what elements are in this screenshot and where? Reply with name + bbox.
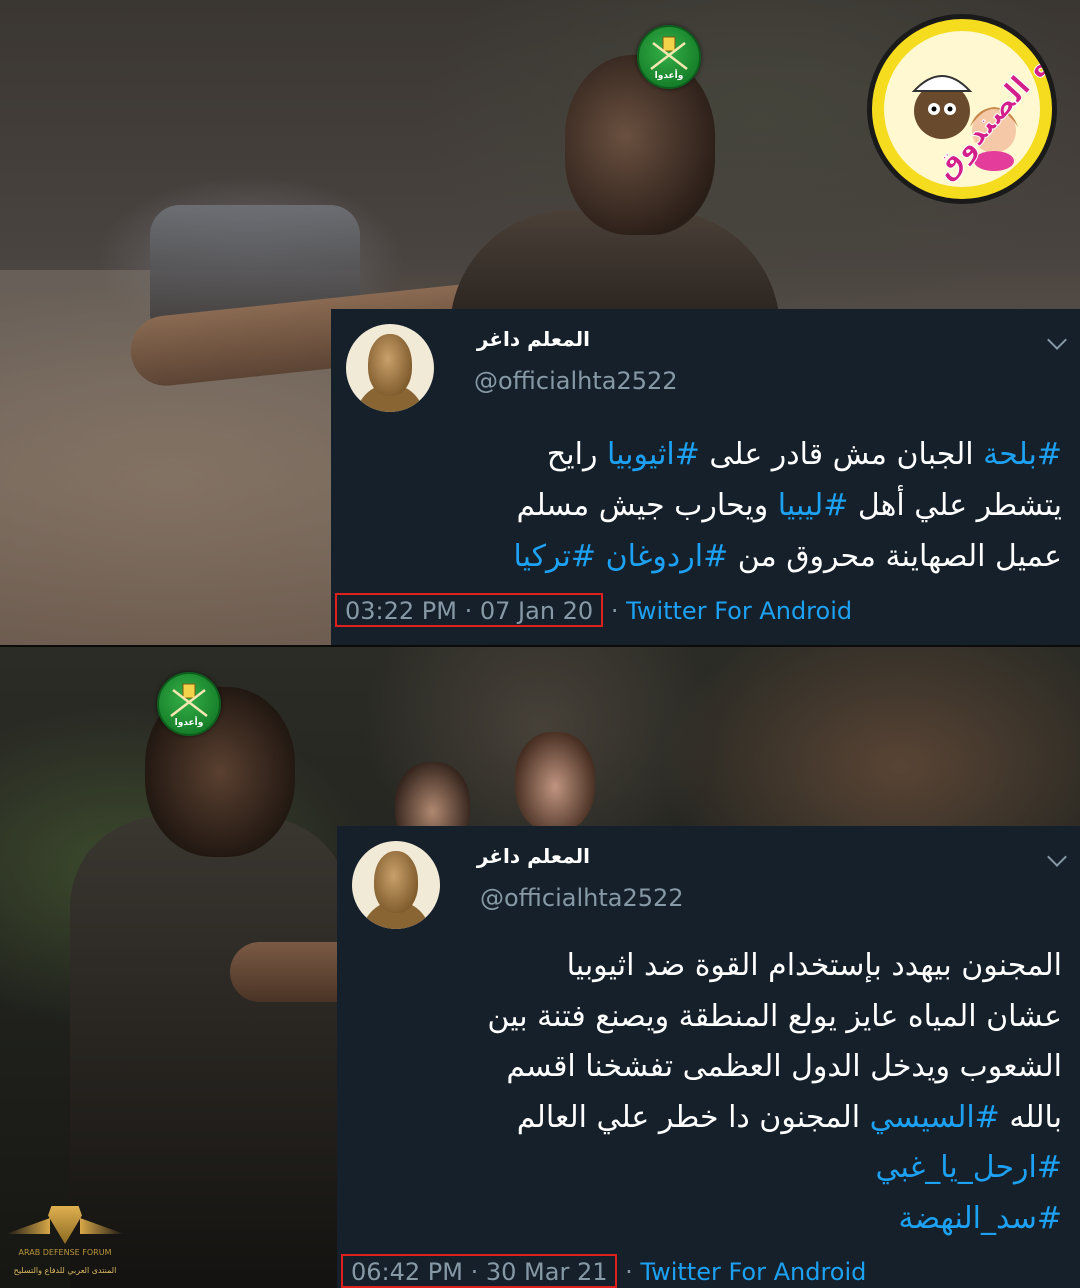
tweet-line: #ارحل_يا_غبي: [487, 1143, 1062, 1194]
tweet-line: #سد_النهضة: [487, 1194, 1062, 1245]
avatar[interactable]: [352, 841, 440, 929]
tweet-text-segment: بالله: [999, 1099, 1062, 1135]
tweet-text-segment: المجنون دا خطر علي العالم: [516, 1099, 870, 1135]
display-name[interactable]: المعلم داغر: [477, 327, 590, 351]
tweet-text-segment: رايح: [546, 437, 607, 472]
tweet-text-segment: عشان المياه عايز يولع المنطقة ويصنع فتنة…: [487, 998, 1062, 1034]
emblem-label: وأعدوا: [654, 71, 684, 81]
watermark-arabic: المنتدى العربي للدفاع والتسليح: [13, 1266, 117, 1275]
emblem-icon: وأعدوا: [637, 25, 701, 89]
timestamp[interactable]: 03:22 PM · 07 Jan 20: [335, 593, 604, 627]
source-link[interactable]: Twitter For Android: [626, 597, 852, 625]
separator: ·: [610, 597, 619, 625]
tweet-line: المجنون بيهدد بإستخدام القوة ضد اثيوبيا: [487, 941, 1062, 992]
hashtag-link[interactable]: #بلحة: [983, 437, 1062, 472]
hashtag-link[interactable]: #تركيا: [514, 539, 597, 574]
user-handle[interactable]: @officialhta2522: [480, 884, 684, 912]
tweet-card[interactable]: المعلم داغر @officialhta2522 المجنون بيه…: [337, 826, 1080, 1288]
separator: ·: [625, 1258, 633, 1286]
avatar[interactable]: [346, 324, 434, 412]
hashtag-link[interactable]: #اردوغان: [606, 539, 729, 574]
timestamp[interactable]: 06:42 PM · 30 Mar 21: [341, 1254, 618, 1288]
source-link[interactable]: Twitter For Android: [640, 1258, 866, 1286]
avatar-face: [374, 851, 418, 913]
emblem-label: وأعدوا: [174, 718, 204, 728]
tweet-text: #بلحة الجبان مش قادر على #اثيوبيا رايح يت…: [514, 429, 1063, 582]
display-name[interactable]: المعلم داغر: [477, 844, 590, 868]
tweet-text-segment: [596, 539, 606, 574]
tweet-line: بالله #السيسي المجنون دا خطر علي العالم: [487, 1093, 1062, 1144]
hashtag-link[interactable]: #السيسي: [870, 1100, 1000, 1135]
tweet-meta: 03:22 PM · 07 Jan 20 · Twitter For Andro…: [335, 593, 852, 627]
chevron-down-icon[interactable]: [1047, 330, 1067, 350]
tweet-text: المجنون بيهدد بإستخدام القوة ضد اثيوبيا ع…: [487, 941, 1062, 1244]
tweet-text-segment: ويحارب جيش مسلم: [516, 488, 778, 523]
tweet-text-segment: الجبان مش قادر على: [699, 437, 984, 472]
hashtag-link[interactable]: #ليبيا: [778, 488, 849, 523]
chevron-down-icon[interactable]: [1047, 847, 1067, 867]
tweet-text-segment: عميل الصهاينة محروق من: [728, 539, 1062, 574]
tweet-line: عشان المياه عايز يولع المنطقة ويصنع فتنة…: [487, 992, 1062, 1043]
tweet-text-segment: يتشطر علي أهل: [848, 488, 1062, 523]
tweet-line: الشعوب ويدخل الدول العظمى تفشخنا اقسم: [487, 1042, 1062, 1093]
tweet-meta: 06:42 PM · 30 Mar 21 · Twitter For Andro…: [341, 1254, 866, 1288]
hashtag-link[interactable]: #اثيوبيا: [607, 437, 700, 472]
channel-logo: بره الصندوق: [867, 14, 1057, 204]
tweet-line: #بلحة الجبان مش قادر على #اثيوبيا رايح: [514, 429, 1062, 480]
wing-right-icon: [80, 1218, 124, 1234]
wing-left-icon: [6, 1218, 50, 1234]
tweet-text-segment: المجنون بيهدد بإستخدام القوة ضد اثيوبيا: [566, 948, 1062, 983]
woman-right: [515, 732, 595, 832]
tweet-line: عميل الصهاينة محروق من #اردوغان #تركيا: [514, 531, 1063, 582]
forum-watermark: ARAB DEFENSE FORUM المنتدى العربي للدفاع…: [6, 1196, 124, 1288]
tweet-text-segment: الشعوب ويدخل الدول العظمى تفشخنا اقسم: [506, 1049, 1062, 1084]
hashtag-link[interactable]: #ارحل_يا_غبي: [876, 1150, 1062, 1185]
emblem-icon: وأعدوا: [157, 672, 221, 736]
tweet-card[interactable]: المعلم داغر @officialhta2522 #بلحة الجبا…: [331, 309, 1080, 645]
user-handle[interactable]: @officialhta2522: [474, 367, 678, 395]
shield-icon: [48, 1206, 82, 1244]
top-video-still: وأعدوا بره الصندوق المعلم داغر @official…: [0, 0, 1080, 645]
avatar-face: [368, 334, 412, 396]
tweet-line: يتشطر علي أهل #ليبيا ويحارب جيش مسلم: [514, 480, 1063, 531]
hashtag-link[interactable]: #سد_النهضة: [899, 1201, 1062, 1236]
watermark-english: ARAB DEFENSE FORUM: [18, 1248, 112, 1257]
